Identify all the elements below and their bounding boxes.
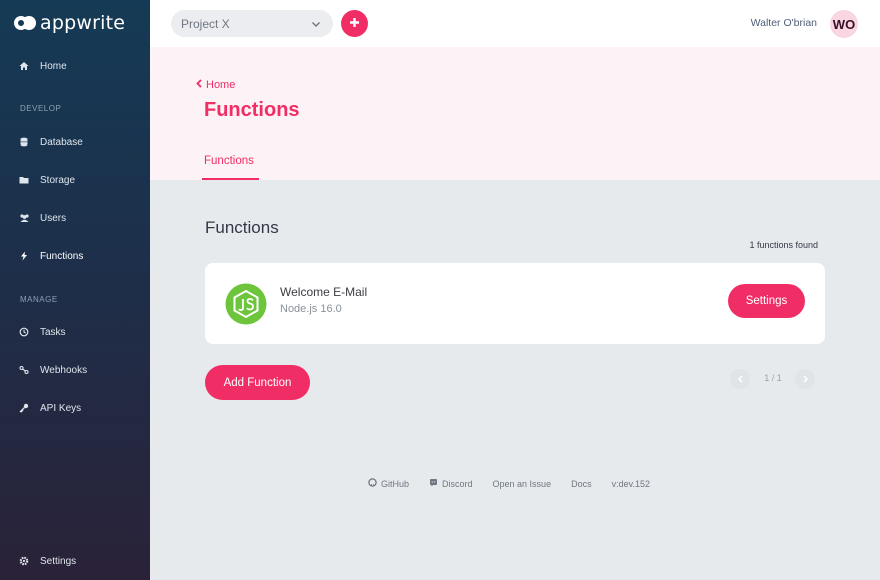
gear-icon <box>17 556 31 566</box>
discord-icon <box>429 478 438 489</box>
breadcrumb-home: Home <box>206 79 236 91</box>
functions-count: 1 functions found <box>749 240 818 250</box>
sidebar-item-label: Tasks <box>40 326 66 338</box>
page-header: Home Functions Functions <box>150 47 880 180</box>
users-icon <box>17 213 31 223</box>
page-title: Functions <box>204 99 300 121</box>
footer-link-docs[interactable]: Docs <box>571 479 592 489</box>
nodejs-icon <box>225 283 267 325</box>
sidebar-item-webhooks[interactable]: Webhooks <box>0 355 150 385</box>
tab-functions[interactable]: Functions <box>204 155 254 167</box>
sidebar-item-label: Users <box>40 212 67 224</box>
function-name: Welcome E-Mail <box>280 285 368 299</box>
footer-link-label: Discord <box>442 478 473 489</box>
version-label: v:dev.152 <box>611 478 650 489</box>
sidebar-item-label: Storage <box>40 174 76 186</box>
database-icon <box>17 137 31 147</box>
webhook-icon <box>17 365 31 375</box>
clock-icon <box>17 327 31 337</box>
chevron-left-icon <box>195 79 203 91</box>
section-title-develop: DEVELOP <box>20 104 62 113</box>
sidebar-item-users[interactable]: Users <box>0 203 150 233</box>
project-select-value: Project X <box>181 16 230 31</box>
sidebar-item-api-keys[interactable]: API Keys <box>0 393 150 423</box>
chevron-left-icon <box>737 370 744 388</box>
function-settings-button[interactable]: Settings <box>728 284 805 318</box>
sidebar: appwrite Home DEVELOP Database Storage U… <box>0 0 150 580</box>
footer-link-label: Open an Issue <box>492 478 552 489</box>
folder-icon <box>17 175 31 185</box>
logo-text: appwrite <box>40 12 126 34</box>
appwrite-logo-icon <box>14 15 36 31</box>
plus-icon <box>349 15 360 33</box>
function-card[interactable]: Welcome E-Mail Node.js 16.0 Settings <box>205 263 825 344</box>
sidebar-item-label: Home <box>40 60 67 72</box>
add-function-button[interactable]: Add Function <box>205 365 310 400</box>
function-runtime: Node.js 16.0 <box>280 303 342 315</box>
footer-link-label: Docs <box>571 478 592 489</box>
sidebar-item-label: Webhooks <box>40 364 88 376</box>
chevron-down-icon <box>311 18 321 32</box>
sidebar-item-label: Functions <box>40 250 84 262</box>
tab-active-indicator <box>202 178 259 180</box>
breadcrumb[interactable]: Home <box>195 79 235 91</box>
chevron-right-icon <box>802 370 809 388</box>
add-project-button[interactable] <box>341 10 368 37</box>
avatar[interactable]: WO <box>830 10 858 38</box>
pagination: 1 / 1 <box>730 369 816 389</box>
sidebar-item-database[interactable]: Database <box>0 127 150 157</box>
project-select[interactable]: Project X <box>171 10 333 37</box>
functions-heading: Functions <box>205 218 279 237</box>
key-icon <box>17 403 31 413</box>
sidebar-item-home[interactable]: Home <box>0 51 150 81</box>
pagination-info: 1 / 1 <box>764 373 782 383</box>
home-icon <box>17 61 31 71</box>
section-title-manage: MANAGE <box>20 295 58 304</box>
top-bar: Project X Walter O'brian WO <box>150 0 880 47</box>
github-icon <box>368 478 377 489</box>
footer-link-discord[interactable]: Discord <box>429 478 473 489</box>
sidebar-item-label: API Keys <box>40 402 82 414</box>
sidebar-item-tasks[interactable]: Tasks <box>0 317 150 347</box>
next-page-button[interactable] <box>795 369 815 389</box>
footer-link-open-issue[interactable]: Open an Issue <box>493 479 552 489</box>
sidebar-item-label: Database <box>40 136 83 148</box>
sidebar-item-functions[interactable]: Functions <box>0 241 150 271</box>
footer-link-github[interactable]: GitHub <box>368 478 409 489</box>
sidebar-item-settings[interactable]: Settings <box>0 546 150 576</box>
user-name[interactable]: Walter O'brian <box>751 17 817 29</box>
previous-page-button[interactable] <box>730 369 750 389</box>
appwrite-logo[interactable]: appwrite <box>14 11 125 35</box>
lightning-icon <box>17 251 31 261</box>
footer: GitHub Discord Open an Issue Docs v:dev.… <box>368 478 650 489</box>
footer-link-label: GitHub <box>381 478 410 489</box>
sidebar-item-label: Settings <box>40 555 77 567</box>
sidebar-item-storage[interactable]: Storage <box>0 165 150 195</box>
